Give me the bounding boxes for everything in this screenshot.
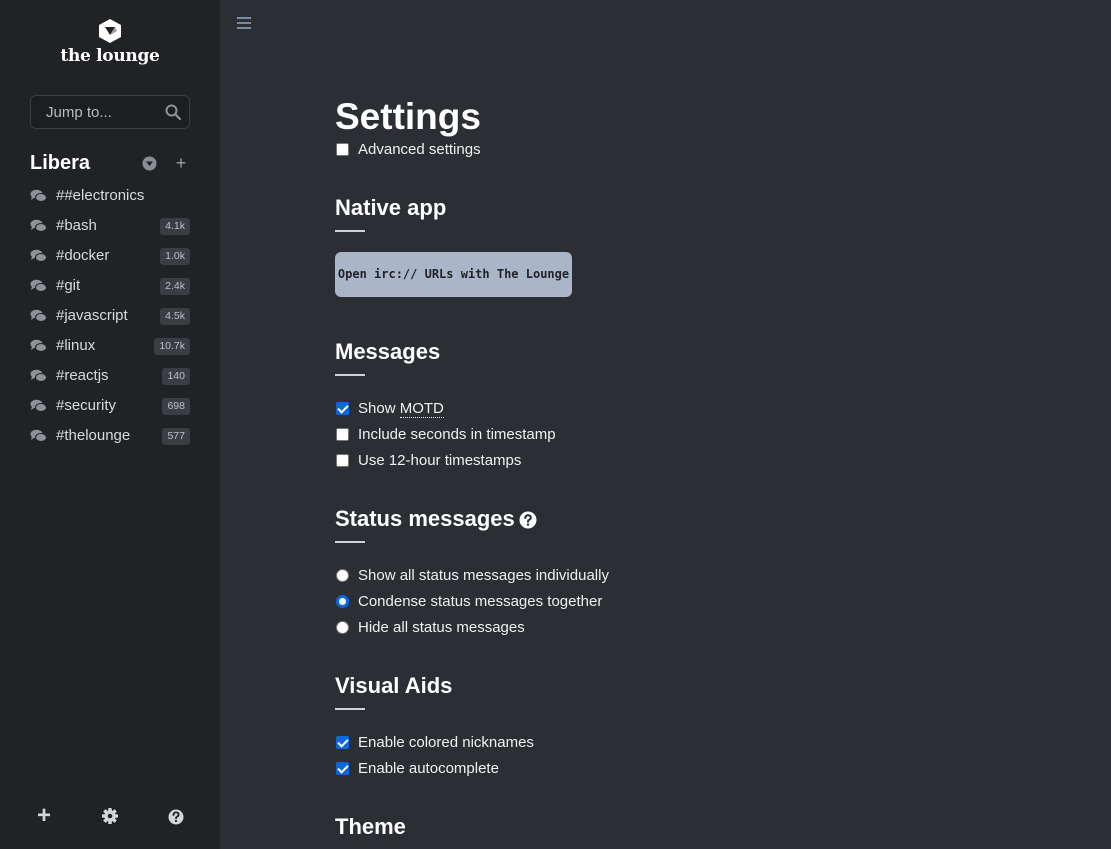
channel-name[interactable]: #bash: [56, 217, 97, 234]
channel-item[interactable]: #linux 10.7k: [30, 334, 190, 358]
jump-to-box[interactable]: [30, 95, 190, 129]
help-icon[interactable]: [519, 511, 537, 529]
advanced-settings-label[interactable]: Advanced settings: [358, 141, 481, 158]
user-count-badge: 2.4k: [160, 278, 190, 295]
chat-icon: [30, 189, 47, 202]
register-protocol-button[interactable]: Open irc:// URLs with The Lounge: [335, 252, 572, 297]
user-count-badge: 698: [162, 398, 190, 415]
chat-icon: [30, 399, 47, 412]
channel-item[interactable]: #security 698: [30, 394, 190, 418]
collapse-network-icon[interactable]: [142, 156, 157, 171]
chat-icon: [30, 429, 47, 442]
chat-icon: [30, 309, 47, 322]
channel-item[interactable]: ##electronics: [30, 184, 190, 208]
help-icon[interactable]: [165, 806, 187, 828]
connect-network-button[interactable]: +: [33, 804, 55, 828]
section-divider: [335, 708, 365, 710]
twelve-hour-checkbox[interactable]: [336, 454, 349, 467]
status-messages-heading-text: Status messages: [335, 506, 515, 531]
gear-icon[interactable]: [99, 805, 121, 827]
show-motd-prefix[interactable]: Show: [358, 400, 400, 417]
status-hidden-radio[interactable]: [336, 621, 349, 634]
user-count-badge: 10.7k: [154, 338, 190, 355]
channel-name[interactable]: #thelounge: [56, 427, 130, 444]
channel-item[interactable]: #git 2.4k: [30, 274, 190, 298]
network-header[interactable]: Libera +: [30, 150, 190, 178]
app-logo: the lounge: [0, 18, 220, 66]
chat-icon: [30, 339, 47, 352]
native-app-heading: Native app: [335, 195, 447, 220]
logo-text: the lounge: [60, 46, 160, 66]
user-count-badge: 1.0k: [160, 248, 190, 265]
user-count-badge: 140: [162, 368, 190, 385]
channel-name[interactable]: #linux: [56, 337, 95, 354]
chat-icon: [30, 249, 47, 262]
chat-icon: [30, 369, 47, 382]
status-hidden-label[interactable]: Hide all status messages: [358, 619, 525, 636]
motd-abbr[interactable]: MOTD: [399, 400, 444, 418]
page-title: Settings: [335, 96, 481, 137]
section-divider: [335, 230, 365, 232]
status-condensed-label[interactable]: Condense status messages together: [358, 593, 602, 610]
chat-icon: [30, 279, 47, 292]
status-messages-heading: Status messages: [335, 506, 537, 532]
channel-name[interactable]: #git: [56, 277, 80, 294]
status-condensed-radio[interactable]: [336, 595, 349, 608]
twelve-hour-label[interactable]: Use 12-hour timestamps: [358, 452, 521, 469]
timestamp-seconds-checkbox[interactable]: [336, 428, 349, 441]
jump-to-input[interactable]: [31, 96, 161, 128]
messages-heading: Messages: [335, 339, 441, 364]
autocomplete-checkbox[interactable]: [336, 762, 349, 775]
channel-name[interactable]: #security: [56, 397, 116, 414]
network-name[interactable]: Libera: [30, 152, 90, 175]
advanced-settings-checkbox[interactable]: [336, 143, 349, 156]
logo-icon: [99, 19, 121, 43]
show-motd-checkbox[interactable]: [336, 402, 349, 415]
chat-icon: [30, 219, 47, 232]
channel-name[interactable]: #reactjs: [56, 367, 109, 384]
section-divider: [335, 374, 365, 376]
section-divider: [335, 541, 365, 543]
timestamp-seconds-label[interactable]: Include seconds in timestamp: [358, 426, 556, 443]
channel-item[interactable]: #thelounge 577: [30, 424, 190, 448]
colored-nicks-label[interactable]: Enable colored nicknames: [358, 734, 534, 751]
channel-item[interactable]: #bash 4.1k: [30, 214, 190, 238]
channel-item[interactable]: #reactjs 140: [30, 364, 190, 388]
channel-name[interactable]: #javascript: [56, 307, 128, 324]
channel-name[interactable]: ##electronics: [56, 187, 144, 204]
user-count-badge: 577: [162, 428, 190, 445]
join-channel-button[interactable]: +: [174, 150, 188, 178]
channel-name[interactable]: #docker: [56, 247, 109, 264]
colored-nicks-checkbox[interactable]: [336, 736, 349, 749]
status-shown-radio[interactable]: [336, 569, 349, 582]
autocomplete-label[interactable]: Enable autocomplete: [358, 760, 499, 777]
search-icon[interactable]: [165, 104, 181, 120]
theme-heading: Theme: [335, 814, 406, 839]
channel-item[interactable]: #docker 1.0k: [30, 244, 190, 268]
status-shown-label[interactable]: Show all status messages individually: [358, 567, 609, 584]
user-count-badge: 4.1k: [160, 218, 190, 235]
menu-toggle-icon[interactable]: [237, 17, 251, 29]
show-motd-label[interactable]: Show MOTD: [358, 400, 444, 418]
channel-item[interactable]: #javascript 4.5k: [30, 304, 190, 328]
visual-aids-heading: Visual Aids: [335, 673, 453, 698]
sidebar: the lounge Libera + ##electronics #bash …: [0, 0, 220, 849]
user-count-badge: 4.5k: [160, 308, 190, 325]
